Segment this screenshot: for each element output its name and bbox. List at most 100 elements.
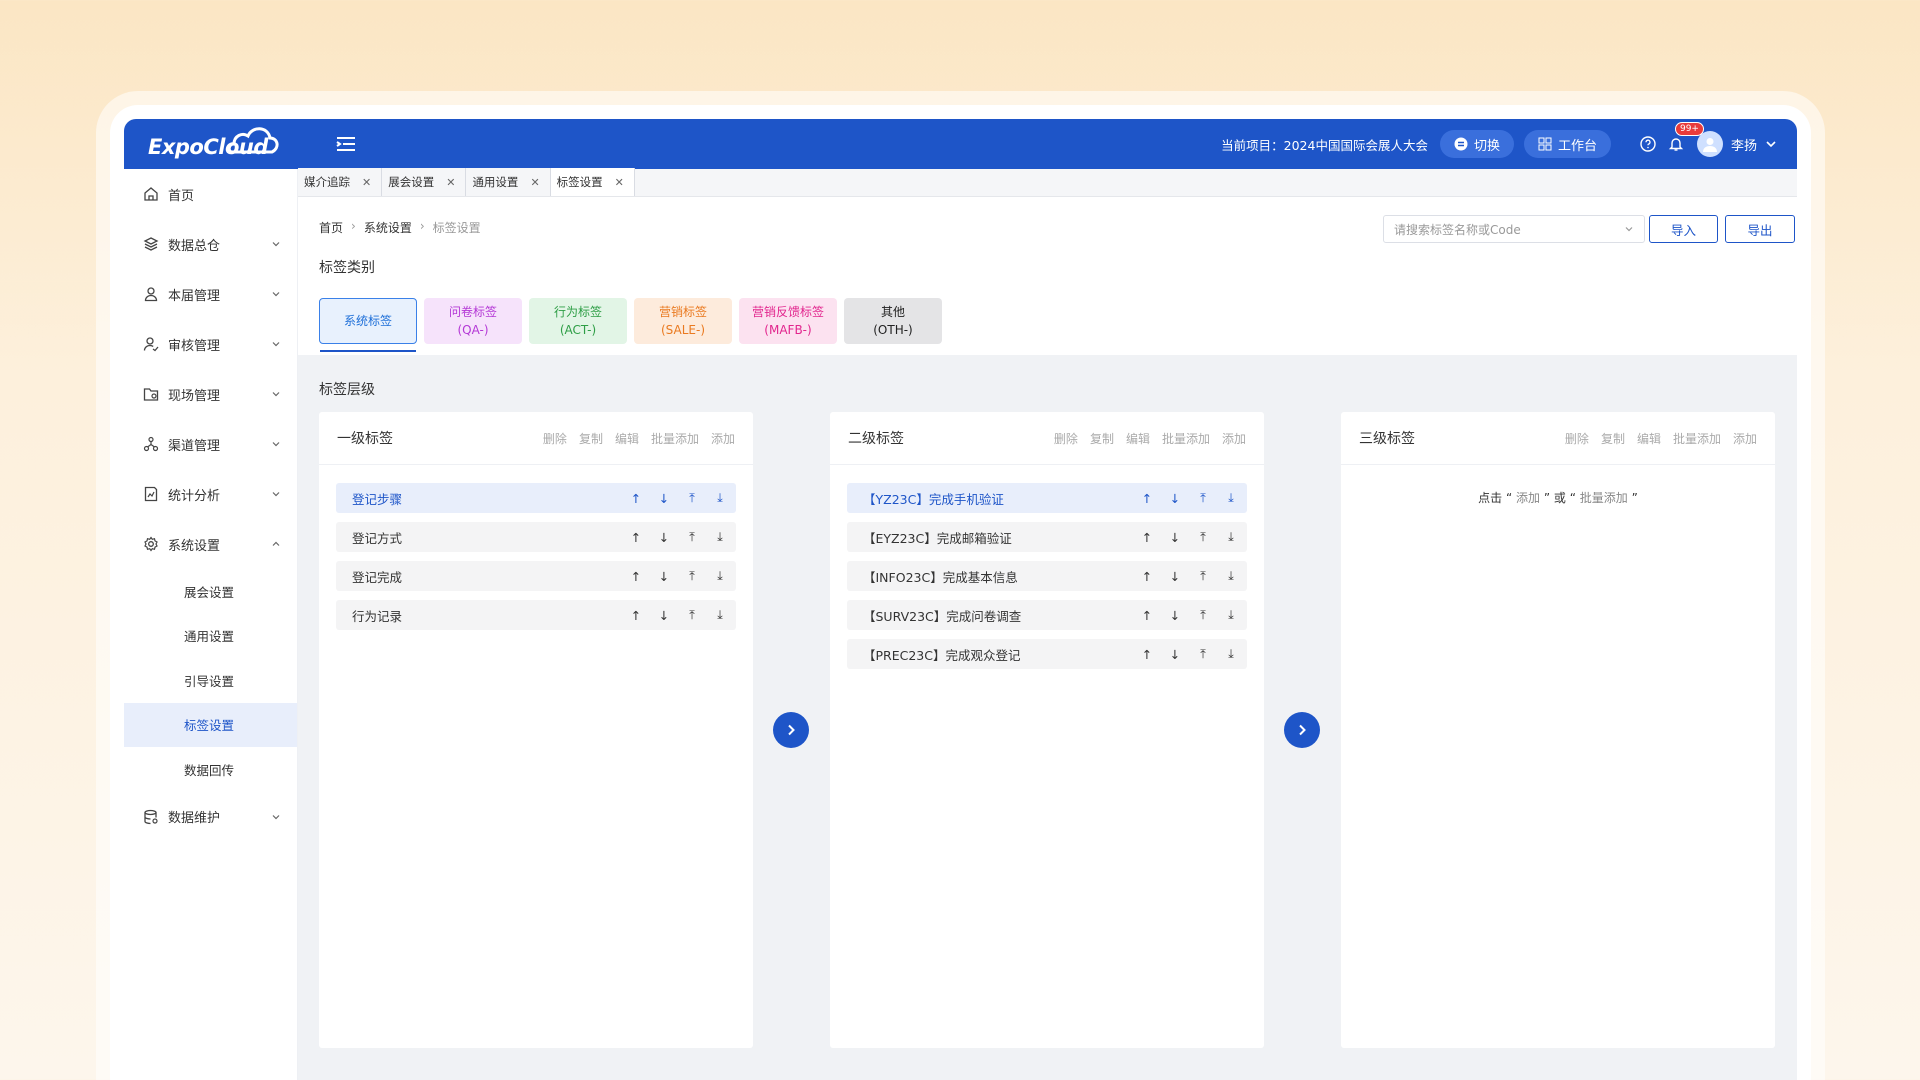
move-bottom-icon[interactable]: ⤓ bbox=[1223, 490, 1239, 506]
add-button[interactable]: 添加 bbox=[1733, 430, 1757, 447]
close-icon[interactable]: ✕ bbox=[615, 176, 624, 189]
sidebar-subitem-guide-settings[interactable]: 引导设置 bbox=[124, 658, 297, 703]
import-button[interactable]: 导入 bbox=[1649, 215, 1718, 243]
move-bottom-icon[interactable]: ⤓ bbox=[1223, 529, 1239, 545]
tab-tag-settings[interactable]: 标签设置 ✕ bbox=[550, 168, 635, 196]
chevron-down-icon[interactable] bbox=[1765, 138, 1777, 150]
sidebar-item-data-warehouse[interactable]: 数据总仓 bbox=[124, 219, 297, 269]
move-up-icon[interactable]: ↑ bbox=[628, 568, 644, 584]
tag-row[interactable]: 【YZ23C】完成手机验证 ↑ ↓ ⤒ ⤓ bbox=[847, 483, 1247, 513]
category-system[interactable]: 系统标签 bbox=[319, 298, 417, 352]
menu-toggle-icon[interactable] bbox=[334, 132, 358, 156]
avatar[interactable] bbox=[1696, 131, 1723, 157]
tag-row[interactable]: 【SURV23C】完成问卷调查 ↑ ↓ ⤒ ⤓ bbox=[847, 600, 1247, 630]
move-up-icon[interactable]: ↑ bbox=[628, 529, 644, 545]
move-up-icon[interactable]: ↑ bbox=[1139, 490, 1155, 506]
help-icon[interactable] bbox=[1637, 133, 1659, 155]
copy-button[interactable]: 复制 bbox=[1090, 430, 1114, 447]
move-top-icon[interactable]: ⤒ bbox=[684, 607, 700, 623]
tag-row[interactable]: 【INFO23C】完成基本信息 ↑ ↓ ⤒ ⤓ bbox=[847, 561, 1247, 591]
notification-bell-icon[interactable]: 99+ bbox=[1665, 122, 1704, 155]
move-bottom-icon[interactable]: ⤓ bbox=[1223, 646, 1239, 662]
batch-add-button[interactable]: 批量添加 bbox=[1673, 430, 1721, 447]
category-other[interactable]: 其他 (OTH-) bbox=[844, 298, 942, 344]
move-top-icon[interactable]: ⤒ bbox=[1195, 607, 1211, 623]
logo[interactable]: ExpoCloud bbox=[148, 124, 298, 164]
edit-button[interactable]: 编辑 bbox=[615, 430, 639, 447]
batch-add-button[interactable]: 批量添加 bbox=[1162, 430, 1210, 447]
sidebar-subitem-tag-settings[interactable]: 标签设置 bbox=[124, 702, 297, 747]
sidebar-item-channel[interactable]: 渠道管理 bbox=[124, 419, 297, 469]
workbench-button[interactable]: 工作台 bbox=[1523, 130, 1611, 158]
move-top-icon[interactable]: ⤒ bbox=[1195, 490, 1211, 506]
copy-button[interactable]: 复制 bbox=[1601, 430, 1625, 447]
tag-row[interactable]: 【PREC23C】完成观众登记 ↑ ↓ ⤒ ⤓ bbox=[847, 639, 1247, 669]
move-up-icon[interactable]: ↑ bbox=[1139, 568, 1155, 584]
move-up-icon[interactable]: ↑ bbox=[1139, 646, 1155, 662]
move-down-icon[interactable]: ↓ bbox=[656, 529, 672, 545]
next-level-arrow-icon[interactable] bbox=[773, 712, 809, 748]
delete-button[interactable]: 删除 bbox=[1054, 430, 1078, 447]
export-button[interactable]: 导出 bbox=[1725, 215, 1795, 243]
move-top-icon[interactable]: ⤒ bbox=[1195, 568, 1211, 584]
tag-row[interactable]: 行为记录 ↑ ↓ ⤒ ⤓ bbox=[336, 600, 736, 630]
sidebar-item-session[interactable]: 本届管理 bbox=[124, 269, 297, 319]
category-marketing-feedback[interactable]: 营销反馈标签 (MAFB-) bbox=[739, 298, 837, 344]
tag-search-select[interactable]: 请搜索标签名称或Code bbox=[1383, 215, 1645, 243]
close-icon[interactable]: ✕ bbox=[446, 176, 455, 189]
delete-button[interactable]: 删除 bbox=[1565, 430, 1589, 447]
tag-row[interactable]: 登记完成 ↑ ↓ ⤒ ⤓ bbox=[336, 561, 736, 591]
sidebar-item-system-settings[interactable]: 系统设置 bbox=[124, 519, 297, 569]
add-button[interactable]: 添加 bbox=[1222, 430, 1246, 447]
switch-button[interactable]: 切换 bbox=[1439, 130, 1514, 158]
tab-expo-settings[interactable]: 展会设置 ✕ bbox=[382, 168, 467, 196]
category-questionnaire[interactable]: 问卷标签 (QA-) bbox=[424, 298, 522, 344]
move-bottom-icon[interactable]: ⤓ bbox=[712, 607, 728, 623]
tag-row[interactable]: 登记步骤 ↑ ↓ ⤒ ⤓ bbox=[336, 483, 736, 513]
hint-batch-add-link[interactable]: 批量添加 bbox=[1580, 491, 1628, 505]
move-up-icon[interactable]: ↑ bbox=[1139, 529, 1155, 545]
move-bottom-icon[interactable]: ⤓ bbox=[1223, 607, 1239, 623]
sidebar-subitem-data-return[interactable]: 数据回传 bbox=[124, 747, 297, 792]
move-up-icon[interactable]: ↑ bbox=[628, 607, 644, 623]
move-down-icon[interactable]: ↓ bbox=[1167, 607, 1183, 623]
move-down-icon[interactable]: ↓ bbox=[1167, 646, 1183, 662]
move-top-icon[interactable]: ⤒ bbox=[1195, 529, 1211, 545]
move-down-icon[interactable]: ↓ bbox=[1167, 490, 1183, 506]
batch-add-button[interactable]: 批量添加 bbox=[651, 430, 699, 447]
move-up-icon[interactable]: ↑ bbox=[628, 490, 644, 506]
move-down-icon[interactable]: ↓ bbox=[656, 568, 672, 584]
close-icon[interactable]: ✕ bbox=[362, 176, 371, 189]
delete-button[interactable]: 删除 bbox=[543, 430, 567, 447]
tag-row[interactable]: 【EYZ23C】完成邮箱验证 ↑ ↓ ⤒ ⤓ bbox=[847, 522, 1247, 552]
edit-button[interactable]: 编辑 bbox=[1126, 430, 1150, 447]
category-marketing[interactable]: 营销标签 (SALE-) bbox=[634, 298, 732, 344]
move-top-icon[interactable]: ⤒ bbox=[684, 568, 700, 584]
sidebar-subitem-expo-settings[interactable]: 展会设置 bbox=[124, 569, 297, 614]
move-up-icon[interactable]: ↑ bbox=[1139, 607, 1155, 623]
edit-button[interactable]: 编辑 bbox=[1637, 430, 1661, 447]
sidebar-item-onsite[interactable]: 现场管理 bbox=[124, 369, 297, 419]
sidebar-item-home[interactable]: 首页 bbox=[124, 169, 297, 219]
hint-add-link[interactable]: 添加 bbox=[1516, 491, 1540, 505]
breadcrumb-home[interactable]: 首页 bbox=[319, 219, 343, 236]
username[interactable]: 李扬 bbox=[1731, 135, 1757, 154]
sidebar-item-data-maintenance[interactable]: 数据维护 bbox=[124, 792, 297, 842]
sidebar-item-review[interactable]: 审核管理 bbox=[124, 319, 297, 369]
move-bottom-icon[interactable]: ⤓ bbox=[1223, 568, 1239, 584]
sidebar-item-statistics[interactable]: 统计分析 bbox=[124, 469, 297, 519]
tab-media-tracking[interactable]: 媒介追踪 ✕ bbox=[298, 168, 383, 196]
sidebar-subitem-general-settings[interactable]: 通用设置 bbox=[124, 614, 297, 659]
close-icon[interactable]: ✕ bbox=[530, 176, 539, 189]
tab-general-settings[interactable]: 通用设置 ✕ bbox=[466, 168, 551, 196]
move-bottom-icon[interactable]: ⤓ bbox=[712, 529, 728, 545]
category-behavior[interactable]: 行为标签 (ACT-) bbox=[529, 298, 627, 344]
move-down-icon[interactable]: ↓ bbox=[656, 490, 672, 506]
move-top-icon[interactable]: ⤒ bbox=[1195, 646, 1211, 662]
move-down-icon[interactable]: ↓ bbox=[1167, 529, 1183, 545]
next-level-arrow-icon[interactable] bbox=[1284, 712, 1320, 748]
move-bottom-icon[interactable]: ⤓ bbox=[712, 568, 728, 584]
breadcrumb-system-settings[interactable]: 系统设置 bbox=[364, 219, 412, 236]
move-down-icon[interactable]: ↓ bbox=[656, 607, 672, 623]
move-down-icon[interactable]: ↓ bbox=[1167, 568, 1183, 584]
